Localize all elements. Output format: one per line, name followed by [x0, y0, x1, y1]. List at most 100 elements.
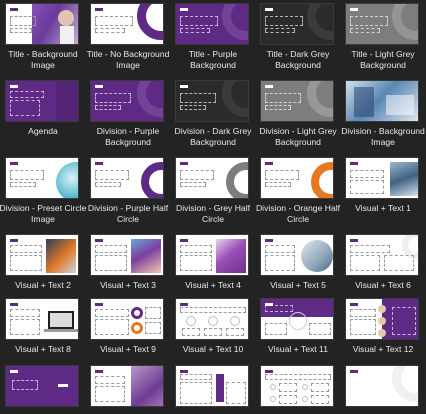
layout-label: Title - Light Grey Background	[351, 49, 415, 70]
placeholder-box	[180, 255, 212, 271]
slide-preview[interactable]	[90, 234, 164, 276]
slide-preview[interactable]	[175, 3, 249, 45]
layout-label: Division - Orange Half Circle	[255, 203, 341, 224]
layout-label: Visual + Text 10	[182, 344, 244, 354]
placeholder-box	[180, 182, 206, 187]
placeholder-box	[180, 93, 216, 103]
placeholder-box	[95, 93, 131, 103]
placeholder-box	[145, 307, 161, 319]
arc-shape	[226, 162, 248, 198]
logo-mark	[10, 303, 18, 306]
arc-shape	[392, 4, 418, 40]
photo-placeholder	[46, 239, 76, 273]
slide-preview[interactable]	[90, 157, 164, 199]
layout-label: Visual + Text 1	[355, 203, 411, 213]
placeholder-box	[180, 307, 246, 313]
placeholder-box	[180, 105, 206, 110]
placeholder-box	[265, 374, 331, 380]
slide-preview[interactable]	[345, 298, 419, 340]
logo-mark	[180, 8, 188, 11]
circle-icon	[289, 312, 307, 330]
slide-preview[interactable]	[260, 234, 334, 276]
slide-preview[interactable]	[5, 234, 79, 276]
logo-mark	[180, 239, 188, 242]
slide-preview[interactable]	[175, 234, 249, 276]
placeholder-box	[265, 170, 299, 180]
side-panel	[56, 81, 78, 121]
logo-mark	[10, 370, 18, 373]
slide-preview[interactable]	[5, 298, 79, 340]
placeholder-box	[279, 383, 297, 392]
slide-preview[interactable]	[5, 3, 79, 45]
placeholder-box	[10, 91, 44, 98]
placeholder-box	[95, 16, 133, 26]
placeholder-box	[95, 319, 129, 335]
layout-label: Visual + Text 2	[15, 280, 71, 290]
placeholder-box	[265, 323, 287, 335]
slide-preview[interactable]	[260, 3, 334, 45]
placeholder-box	[12, 380, 38, 390]
slide-preview[interactable]	[5, 365, 79, 407]
placeholder-box	[180, 245, 212, 253]
logo-mark	[265, 162, 273, 165]
placeholder-box	[10, 182, 36, 187]
placeholder-box	[265, 16, 303, 26]
person-figure	[60, 26, 74, 44]
logo-mark	[265, 8, 273, 11]
circle-icon	[302, 396, 308, 402]
logo-mark	[350, 239, 358, 242]
placeholder-box	[95, 28, 125, 33]
placeholder-box	[182, 328, 200, 336]
slide-preview[interactable]	[175, 365, 249, 407]
placeholder-box	[180, 170, 214, 180]
circle-icon	[378, 305, 386, 313]
layout-label: Visual + Text 4	[185, 280, 241, 290]
placeholder-box	[95, 170, 129, 180]
placeholder-box	[226, 328, 244, 336]
placeholder-box	[95, 182, 121, 187]
slide-preview[interactable]	[90, 298, 164, 340]
slide-preview[interactable]	[175, 157, 249, 199]
slide-preview[interactable]	[345, 365, 419, 407]
slide-preview[interactable]	[90, 365, 164, 407]
slide-preview[interactable]	[345, 3, 419, 45]
layout-label: Visual + Text 9	[100, 344, 156, 354]
logo-mark	[95, 85, 103, 88]
placeholder-box	[95, 245, 127, 253]
placeholder-box	[265, 305, 293, 312]
placeholder-box	[279, 395, 297, 404]
circle-icon	[131, 322, 143, 334]
placeholder-box	[204, 328, 222, 336]
slide-preview[interactable]	[175, 298, 249, 340]
layout-label: Division - Purple Background	[96, 126, 160, 147]
layout-label: Division - Light Grey Background	[259, 126, 337, 147]
circle-icon	[302, 384, 308, 390]
logo-mark	[350, 162, 358, 165]
logo-mark	[180, 370, 188, 373]
slide-preview[interactable]	[90, 3, 164, 45]
layout-label: Visual + Text 3	[100, 280, 156, 290]
slide-preview[interactable]	[90, 80, 164, 122]
slide-preview[interactable]	[260, 365, 334, 407]
slide-preview[interactable]	[345, 234, 419, 276]
slide-preview[interactable]	[260, 298, 334, 340]
placeholder-box	[10, 255, 42, 271]
placeholder-box	[265, 182, 291, 187]
circle-icon	[230, 316, 240, 326]
slide-preview[interactable]	[345, 80, 419, 122]
slide-preview[interactable]	[260, 80, 334, 122]
layout-label: Division - Background Image	[341, 126, 425, 147]
logo-mark	[265, 370, 273, 373]
slide-preview[interactable]	[175, 80, 249, 122]
placeholder-box	[392, 307, 416, 335]
slide-preview[interactable]	[5, 157, 79, 199]
arc-shape	[311, 162, 333, 198]
slide-preview[interactable]	[5, 80, 79, 122]
layout-label: Visual + Text 8	[15, 344, 71, 354]
arc-shape	[222, 4, 248, 40]
slide-preview[interactable]	[260, 157, 334, 199]
logo-mark	[95, 370, 103, 373]
slide-preview[interactable]	[345, 157, 419, 199]
layout-label: Title - Purple Background	[188, 49, 238, 70]
photo-placeholder	[216, 239, 246, 273]
